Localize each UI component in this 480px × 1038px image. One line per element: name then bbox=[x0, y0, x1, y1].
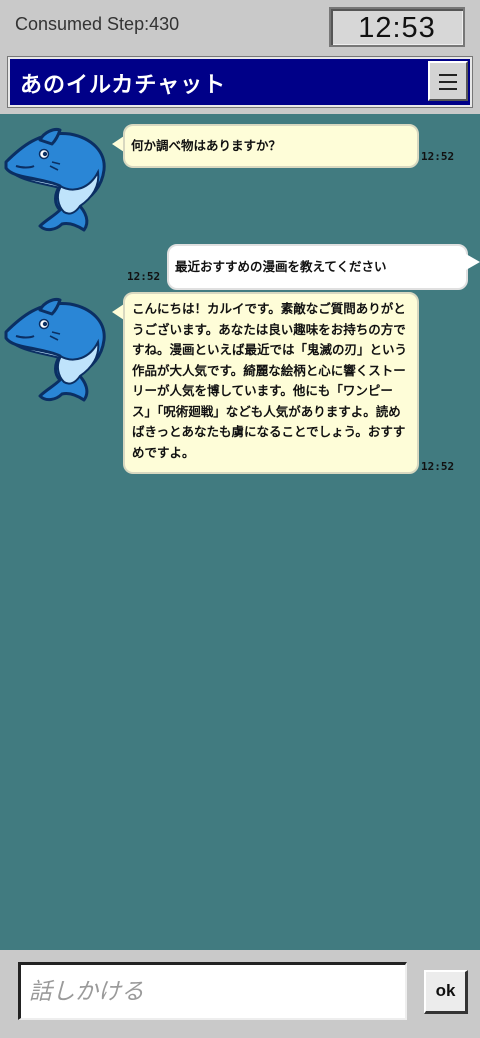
status-bar: Consumed Step:430 12:53 bbox=[0, 0, 480, 54]
app-title: あのイルカチャット bbox=[20, 73, 227, 98]
message-timestamp: 12:52 bbox=[421, 150, 455, 163]
message-timestamp: 12:52 bbox=[421, 460, 455, 473]
message-text: こんにちは！カルイです。素敵なご質問ありがとうございます。あなたは良い趣味をお持… bbox=[132, 301, 408, 460]
message-text: 最近おすすめの漫画を教えてください bbox=[175, 259, 387, 274]
chat-log[interactable]: 何か調べ物はありますか？ 12:52 12:52 最近おすすめの漫画を教えてくだ… bbox=[0, 114, 480, 950]
bot-message-bubble: 何か調べ物はありますか？ bbox=[123, 124, 419, 168]
dolphin-avatar-icon bbox=[4, 128, 106, 232]
menu-button[interactable] bbox=[428, 61, 468, 101]
message-timestamp: 12:52 bbox=[127, 270, 161, 283]
message-text: 何か調べ物はありますか？ bbox=[131, 138, 282, 153]
dolphin-avatar-icon bbox=[4, 298, 106, 402]
message-input[interactable] bbox=[18, 962, 407, 1020]
bot-message-bubble: こんにちは！カルイです。素敵なご質問ありがとうございます。あなたは良い趣味をお持… bbox=[123, 292, 419, 474]
send-button[interactable]: ok bbox=[424, 970, 468, 1014]
app-title-bar: あのイルカチャット bbox=[7, 56, 473, 108]
clock-display: 12:53 bbox=[329, 7, 465, 47]
bubble-tail bbox=[466, 254, 480, 270]
input-bar: ok bbox=[0, 950, 480, 1038]
consumed-steps-counter: Consumed Step:430 bbox=[15, 14, 180, 34]
user-message-bubble: 最近おすすめの漫画を教えてください bbox=[167, 244, 468, 290]
